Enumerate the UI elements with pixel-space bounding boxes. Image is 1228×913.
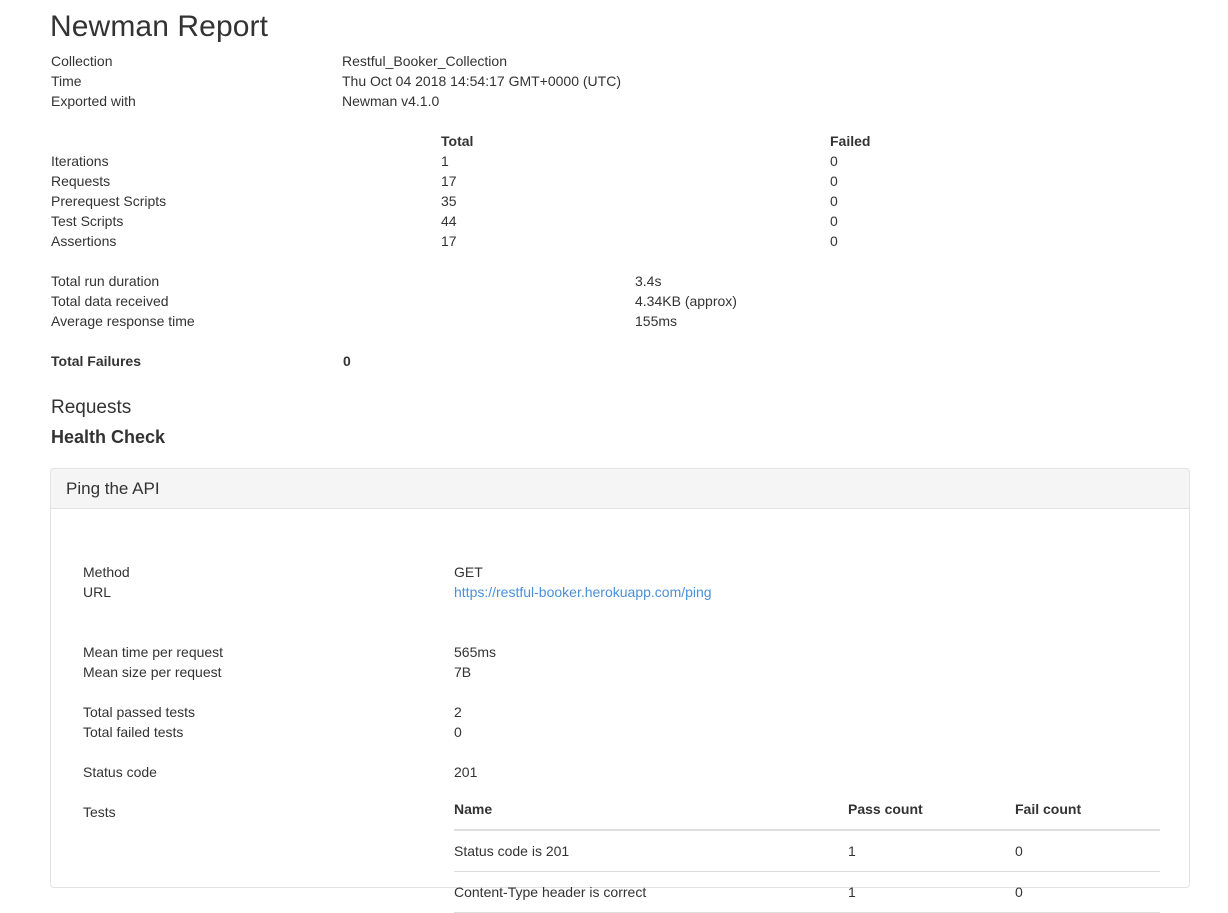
request-label-failed-tests: Total failed tests [83, 724, 184, 740]
column-header-pass-count: Pass count [848, 799, 1015, 831]
page-title: Newman Report [50, 10, 269, 43]
request-panel-body: Method GET URL https://restful-booker.he… [51, 509, 1189, 913]
stat-total-test-scripts: 44 [441, 213, 457, 229]
metadata-value-collection: Restful_Booker_Collection [342, 53, 507, 69]
table-row: Prerequest Scripts 35 0 [51, 191, 1151, 211]
request-row-status-code: Status code 201 [51, 762, 1189, 782]
request-row-failed-tests: Total failed tests 0 [51, 722, 1189, 742]
total-failures-row: Total Failures 0 [51, 351, 651, 371]
request-value-method: GET [454, 564, 483, 580]
collection-metadata: Collection Restful_Booker_Collection Tim… [51, 51, 1151, 111]
folder-heading-health-check: Health Check [51, 427, 166, 447]
stat-label-iterations: Iterations [51, 153, 109, 169]
request-status-block: Status code 201 [51, 762, 1189, 782]
total-failures-label: Total Failures [51, 353, 141, 369]
metadata-label-exported-with: Exported with [51, 93, 136, 109]
test-fail-count: 0 [1015, 830, 1160, 872]
column-header-total: Total [441, 133, 474, 149]
stat-failed-requests: 0 [830, 173, 838, 189]
metadata-row-collection: Collection Restful_Booker_Collection [51, 51, 1151, 71]
stat-total-iterations: 1 [441, 153, 449, 169]
run-summary: Total run duration 3.4s Total data recei… [51, 271, 1151, 331]
run-summary-label-duration: Total run duration [51, 273, 160, 289]
run-summary-value-data-received: 4.34KB (approx) [635, 293, 737, 309]
request-url-link[interactable]: https://restful-booker.herokuapp.com/pin… [454, 584, 712, 600]
request-value-mean-time: 565ms [454, 644, 497, 660]
request-label-passed-tests: Total passed tests [83, 704, 196, 720]
stat-failed-prerequest-scripts: 0 [830, 193, 838, 209]
metadata-row-time: Time Thu Oct 04 2018 14:54:17 GMT+0000 (… [51, 71, 1151, 91]
request-row-passed-tests: Total passed tests 2 [51, 702, 1189, 722]
request-panel-header[interactable]: Ping the API [51, 469, 1189, 509]
run-summary-value-duration: 3.4s [635, 273, 662, 289]
request-label-status-code: Status code [83, 764, 157, 780]
stat-label-test-scripts: Test Scripts [51, 213, 124, 229]
test-fail-count: 0 [1015, 871, 1160, 913]
table-row: Content-Type header is correct 1 0 [454, 871, 1160, 913]
request-row-url: URL https://restful-booker.herokuapp.com… [51, 582, 1189, 602]
test-pass-count: 1 [848, 830, 1015, 872]
request-test-counts-block: Total passed tests 2 Total failed tests … [51, 702, 1189, 742]
metadata-value-time: Thu Oct 04 2018 14:54:17 GMT+0000 (UTC) [342, 73, 621, 89]
stat-total-requests: 17 [441, 173, 457, 189]
request-label-mean-size: Mean size per request [83, 664, 222, 680]
stat-total-assertions: 17 [441, 233, 457, 249]
table-row: Requests 17 0 [51, 171, 1151, 191]
column-header-fail-count: Fail count [1015, 799, 1160, 831]
run-summary-label-avg-response-time: Average response time [51, 313, 195, 329]
test-name: Content-Type header is correct [454, 871, 848, 913]
run-summary-row-duration: Total run duration 3.4s [51, 271, 1151, 291]
stat-total-prerequest-scripts: 35 [441, 193, 457, 209]
run-summary-label-data-received: Total data received [51, 293, 169, 309]
tests-table-header-row: Name Pass count Fail count [454, 799, 1160, 831]
request-metrics-block: Mean time per request 565ms Mean size pe… [51, 642, 1189, 682]
metadata-value-exported-with: Newman v4.1.0 [342, 93, 440, 109]
test-pass-count: 1 [848, 871, 1015, 913]
request-row-mean-size: Mean size per request 7B [51, 662, 1189, 682]
summary-stats-header: Total Failed [51, 131, 1151, 151]
column-header-failed: Failed [830, 133, 871, 149]
tests-section-label: Tests [83, 804, 116, 820]
stat-label-requests: Requests [51, 173, 111, 189]
request-panel-ping-the-api: Ping the API Method GET URL https://rest… [50, 468, 1190, 913]
request-label-method: Method [83, 564, 130, 580]
table-row: Test Scripts 44 0 [51, 211, 1151, 231]
test-name: Status code is 201 [454, 830, 848, 872]
metadata-label-time: Time [51, 73, 82, 89]
column-header-name: Name [454, 799, 848, 831]
stat-failed-iterations: 0 [830, 153, 838, 169]
table-row: Iterations 1 0 [51, 151, 1151, 171]
request-row-mean-time: Mean time per request 565ms [51, 642, 1189, 662]
table-row: Status code is 201 1 0 [454, 830, 1160, 872]
total-failures-value: 0 [343, 353, 351, 369]
metadata-row-exported-with: Exported with Newman v4.1.0 [51, 91, 1151, 111]
request-value-url: https://restful-booker.herokuapp.com/pin… [454, 582, 712, 602]
run-summary-row-avg-response-time: Average response time 155ms [51, 311, 1151, 331]
request-details-block: Method GET URL https://restful-booker.he… [51, 562, 1189, 602]
request-name: Ping the API [66, 478, 160, 498]
requests-section-heading: Requests [51, 397, 132, 418]
request-label-mean-time: Mean time per request [83, 644, 224, 660]
request-label-url: URL [83, 584, 112, 600]
stat-label-prerequest-scripts: Prerequest Scripts [51, 193, 167, 209]
request-row-method: Method GET [51, 562, 1189, 582]
stat-failed-assertions: 0 [830, 233, 838, 249]
summary-stats-table: Total Failed Iterations 1 0 Requests 17 … [51, 131, 1151, 251]
run-summary-value-avg-response-time: 155ms [635, 313, 678, 329]
metadata-label-collection: Collection [51, 53, 113, 69]
run-summary-row-data-received: Total data received 4.34KB (approx) [51, 291, 1151, 311]
request-value-mean-size: 7B [454, 664, 472, 680]
request-value-passed-tests: 2 [454, 704, 462, 720]
stat-label-assertions: Assertions [51, 233, 117, 249]
status-badge: 201 [454, 764, 478, 780]
table-row: Assertions 17 0 [51, 231, 1151, 251]
stat-failed-test-scripts: 0 [830, 213, 838, 229]
request-value-failed-tests: 0 [454, 724, 462, 740]
